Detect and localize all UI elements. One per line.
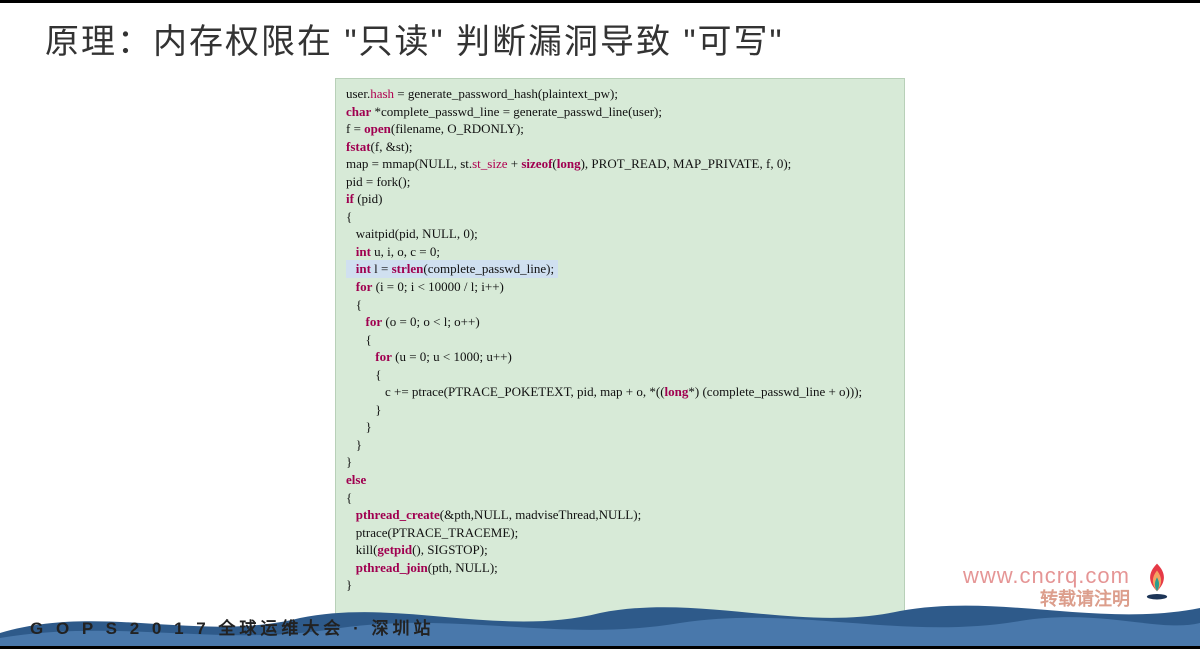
highlighted-line: int l = strlen(complete_passwd_line); [346, 260, 558, 278]
code-text: user. [346, 86, 370, 101]
flame-logo-icon [1134, 559, 1180, 605]
code-text: { [346, 367, 382, 382]
code-keyword: sizeof [521, 156, 552, 171]
code-text: *) (complete_passwd_line + o))); [688, 384, 862, 399]
code-text [346, 560, 356, 575]
conf-sub: Shenzhen [1126, 629, 1182, 639]
code-member: username [708, 630, 758, 645]
code-text: ptrace(PTRACE_TRACEME); [346, 525, 518, 540]
code-keyword: int [356, 244, 371, 259]
code-keyword: if [346, 191, 354, 206]
code-text: (o = 0; o < l; o++) [382, 314, 480, 329]
code-text: f = [346, 121, 364, 136]
code-text: } [346, 402, 382, 417]
code-text [346, 349, 375, 364]
code-text: *complete_passwd_line = generate_passwd_… [371, 104, 662, 119]
code-fn: fstat [346, 139, 371, 154]
code-text: kill( [346, 542, 377, 557]
code-fn: strlen [392, 261, 424, 276]
code-text: (u = 0; u < 1000; u++) [392, 349, 512, 364]
code-fn: getpid [377, 542, 412, 557]
code-text: } [346, 437, 362, 452]
code-member: hash [370, 86, 394, 101]
footer-text: G O P S 2 0 1 7 全球运维大会 · 深圳站 [30, 614, 435, 639]
code-text: (f, &st); [371, 139, 413, 154]
code-keyword: long [665, 384, 689, 399]
code-text [346, 261, 356, 276]
code-text: map = mmap(NULL, st. [346, 156, 472, 171]
code-text: ); [758, 630, 766, 645]
top-border [0, 0, 1200, 3]
code-keyword: else [346, 472, 366, 487]
code-text: ), PROT_READ, MAP_PRIVATE, f, 0); [581, 156, 792, 171]
code-text: (filename, O_RDONLY); [391, 121, 524, 136]
code-keyword: int [356, 261, 371, 276]
code-text [346, 279, 356, 294]
code-text: { [346, 297, 362, 312]
code-fn: open [364, 121, 391, 136]
slide: 原理：内存权限在 "只读" 判断漏洞导致 "可写" user.hash = ge… [0, 0, 1200, 649]
code-text: u, i, o, c = 0; [371, 244, 440, 259]
code-keyword: for [356, 279, 373, 294]
code-text [346, 507, 356, 522]
code-keyword: for [366, 314, 383, 329]
code-text [346, 244, 356, 259]
code-block: user.hash = generate_password_hash(plain… [335, 78, 905, 649]
code-text: pid = fork(); [346, 174, 410, 189]
code-text: (complete_passwd_line); [423, 261, 554, 276]
code-keyword: for [375, 349, 392, 364]
code-text: (i = 0; i < 10000 / l; i++) [372, 279, 504, 294]
code-text: (pid) [354, 191, 383, 206]
code-text: (pth, NULL); [428, 560, 498, 575]
code-member: st_size [472, 156, 507, 171]
code-text: + [508, 156, 522, 171]
code-text: { [346, 490, 352, 505]
conference-label: GOPS2017 Shenzhen [1126, 617, 1182, 639]
code-text: = generate_password_hash(plaintext_pw); [394, 86, 618, 101]
code-keyword: char [346, 104, 371, 119]
slide-title: 原理：内存权限在 "只读" 判断漏洞导致 "可写" [45, 14, 784, 63]
code-text: (), SIGSTOP); [412, 542, 488, 557]
code-fn: pthread_create [356, 507, 440, 522]
code-text: (&pth,NULL, madviseThread,NULL); [440, 507, 641, 522]
code-text: } [346, 577, 352, 592]
code-text: } [346, 454, 352, 469]
code-text: { [346, 332, 372, 347]
code-text: waitpid(pid, NULL, 0); [346, 226, 478, 241]
code-text: , user. [678, 630, 709, 645]
code-text: } [346, 419, 372, 434]
code-keyword: long [557, 156, 581, 171]
code-text: c += ptrace(PTRACE_POKETEXT, pid, map + … [346, 384, 665, 399]
code-string: "Done for exploit to root privilege with… [393, 630, 678, 645]
code-fn: pthread_join [356, 560, 428, 575]
code-text [346, 314, 366, 329]
watermark-note: 转载请注明 [1040, 585, 1130, 611]
code-text: l = [371, 261, 392, 276]
code-text: { [346, 209, 352, 224]
